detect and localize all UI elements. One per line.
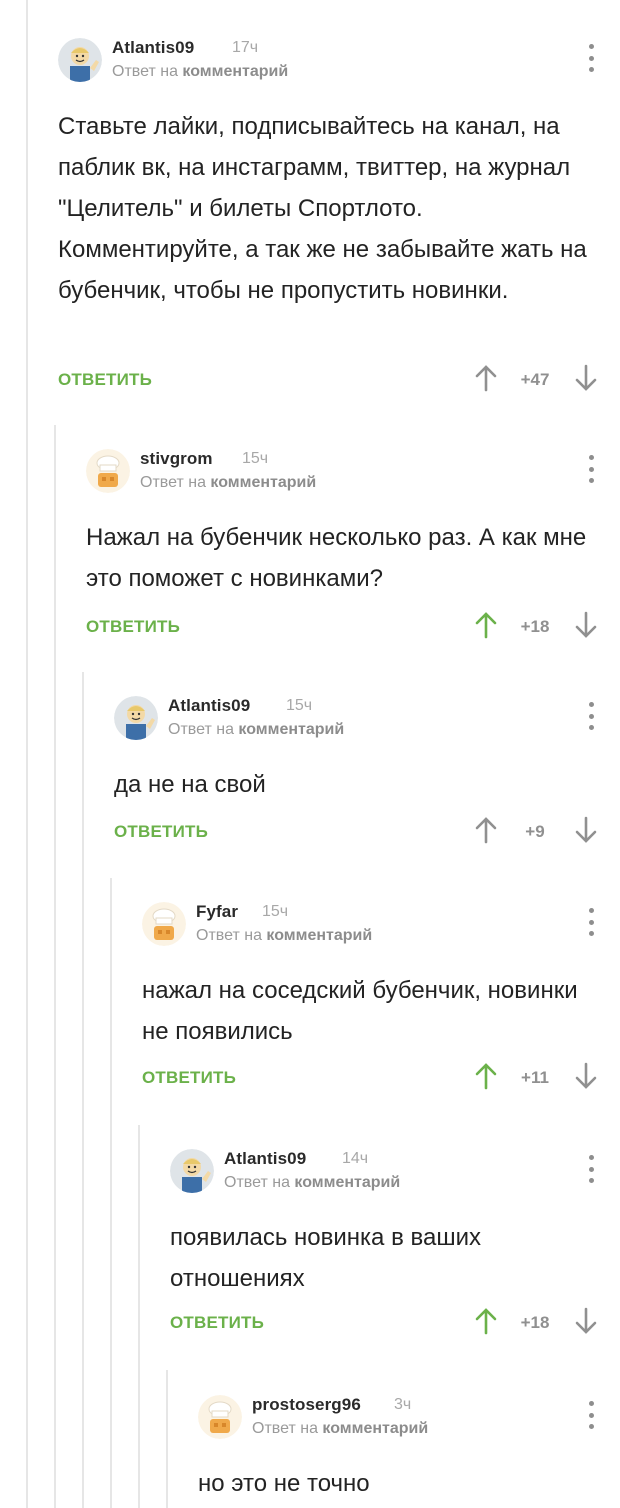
reply-to-target[interactable]: комментарий	[322, 1420, 428, 1437]
upvote-arrow-icon[interactable]	[474, 611, 498, 639]
reply-to-prefix: Ответ на	[112, 63, 178, 80]
reply-to-target[interactable]: комментарий	[210, 474, 316, 491]
comment: Atlantis09 17ч Ответ на комментарий Став…	[58, 38, 620, 398]
reply-to-link[interactable]: Ответ на комментарий	[168, 721, 344, 739]
reply-to-target[interactable]: комментарий	[294, 1174, 400, 1191]
comment-time: 3ч	[394, 1396, 412, 1413]
reply-button[interactable]: ОТВЕТИТЬ	[114, 822, 208, 842]
thread-line-4	[110, 878, 112, 1508]
reply-to-prefix: Ответ на	[168, 721, 234, 738]
reply-to-prefix: Ответ на	[140, 474, 206, 491]
thread-line-6	[166, 1370, 168, 1508]
more-options-icon[interactable]	[588, 1401, 594, 1429]
comment-time: 15ч	[262, 903, 289, 920]
rating-count: +47	[520, 370, 550, 389]
vault-boy-avatar[interactable]	[170, 1149, 214, 1193]
rating-count: +11	[521, 1068, 549, 1087]
reply-button[interactable]: ОТВЕТИТЬ	[170, 1313, 264, 1333]
reply-to-target[interactable]: комментарий	[266, 927, 372, 944]
comment: prostoserg96 3ч Ответ на комментарий но …	[198, 1395, 620, 1508]
vault-boy-avatar[interactable]	[114, 696, 158, 740]
reply-button[interactable]: ОТВЕТИТЬ	[86, 617, 180, 637]
comment-time: 15ч	[242, 450, 269, 467]
more-options-icon[interactable]	[588, 44, 594, 72]
reply-to-prefix: Ответ на	[252, 1420, 318, 1437]
comment-text: Нажал на бубенчик несколько раз. А как м…	[86, 524, 587, 592]
reply-to-target[interactable]: комментарий	[182, 63, 288, 80]
comment-text: но это не точно	[198, 1470, 370, 1497]
upvote-arrow-icon[interactable]	[474, 1062, 498, 1090]
more-options-icon[interactable]	[588, 702, 594, 730]
comment: Atlantis09 14ч Ответ на комментарий появ…	[170, 1149, 620, 1349]
chef-hat-avatar[interactable]	[86, 449, 130, 493]
comment-text: нажал на соседский бубенчик, новинки не …	[142, 977, 578, 1045]
downvote-arrow-icon[interactable]	[574, 364, 598, 392]
reply-to-link[interactable]: Ответ на комментарий	[196, 927, 372, 945]
comment-author[interactable]: Atlantis09	[224, 1149, 306, 1169]
reply-button[interactable]: ОТВЕТИТЬ	[58, 370, 152, 390]
rating-count: +18	[520, 617, 550, 636]
comment-time: 15ч	[286, 697, 313, 714]
comment: Atlantis09 15ч Ответ на комментарий да н…	[114, 696, 620, 856]
vault-boy-avatar[interactable]	[58, 38, 102, 82]
downvote-arrow-icon[interactable]	[574, 611, 598, 639]
comment-author[interactable]: Atlantis09	[168, 696, 250, 716]
upvote-arrow-icon[interactable]	[474, 364, 498, 392]
comment-text: появилась новинка в ваших отношениях	[170, 1224, 481, 1292]
chef-hat-avatar[interactable]	[142, 902, 186, 946]
reply-to-target[interactable]: комментарий	[238, 721, 344, 738]
comment-text: Ставьте лайки, подписывайтесь на канал, …	[58, 113, 587, 304]
reply-to-prefix: Ответ на	[224, 1174, 290, 1191]
comment-author[interactable]: prostoserg96	[252, 1395, 361, 1415]
chef-hat-avatar[interactable]	[198, 1395, 242, 1439]
reply-to-link[interactable]: Ответ на комментарий	[112, 63, 288, 81]
rating-count: +18	[520, 1313, 550, 1332]
more-options-icon[interactable]	[588, 1155, 594, 1183]
comment-time: 17ч	[232, 39, 259, 56]
thread-line-2	[54, 425, 56, 1508]
comment: Fyfar 15ч Ответ на комментарий нажал на …	[142, 902, 620, 1102]
thread-line-5	[138, 1125, 140, 1508]
rating-count: +9	[525, 822, 545, 841]
reply-to-link[interactable]: Ответ на комментарий	[252, 1420, 428, 1438]
upvote-arrow-icon[interactable]	[474, 1307, 498, 1335]
downvote-arrow-icon[interactable]	[574, 1307, 598, 1335]
comment-time: 14ч	[342, 1150, 369, 1167]
thread-line-1	[26, 0, 28, 1508]
downvote-arrow-icon[interactable]	[574, 816, 598, 844]
upvote-arrow-icon[interactable]	[474, 816, 498, 844]
comment: stivgrom 15ч Ответ на комментарий Нажал …	[86, 449, 620, 649]
reply-to-prefix: Ответ на	[196, 927, 262, 944]
reply-to-link[interactable]: Ответ на комментарий	[140, 474, 316, 492]
thread-line-3	[82, 672, 84, 1508]
reply-to-link[interactable]: Ответ на комментарий	[224, 1174, 400, 1192]
more-options-icon[interactable]	[588, 908, 594, 936]
comment-text: да не на свой	[114, 771, 266, 798]
reply-button[interactable]: ОТВЕТИТЬ	[142, 1068, 236, 1088]
comment-author[interactable]: Atlantis09	[112, 38, 194, 58]
comment-author[interactable]: Fyfar	[196, 902, 238, 922]
comment-author[interactable]: stivgrom	[140, 449, 213, 469]
more-options-icon[interactable]	[588, 455, 594, 483]
downvote-arrow-icon[interactable]	[574, 1062, 598, 1090]
